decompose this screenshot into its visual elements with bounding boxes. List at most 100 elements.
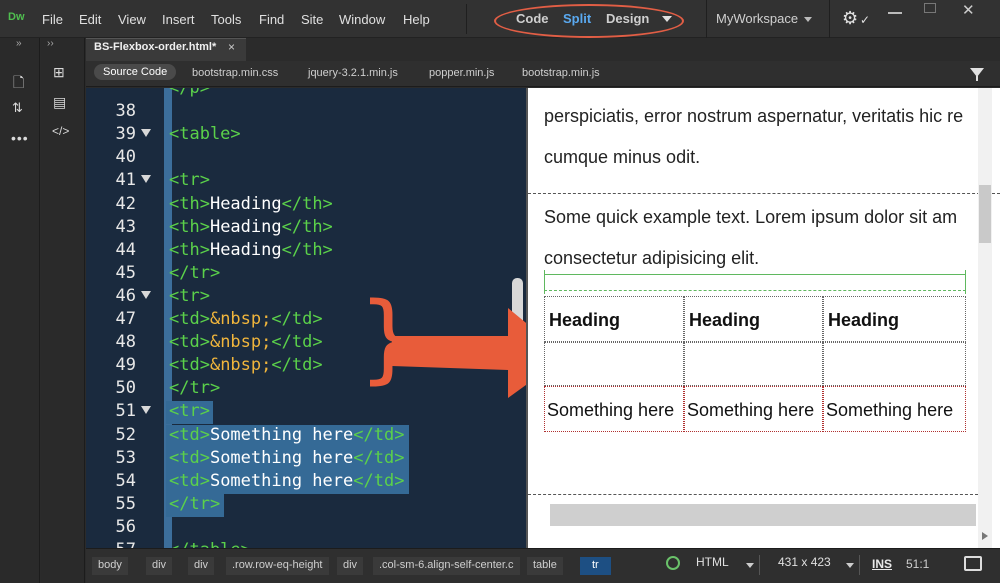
table-header-cell[interactable]: Heading — [544, 296, 684, 342]
close-window-icon[interactable]: ✕ — [962, 1, 975, 19]
breadcrumb-div[interactable]: div — [146, 557, 173, 575]
code-view-button[interactable]: Code — [516, 11, 549, 26]
table-header-cell[interactable]: Heading — [684, 296, 823, 342]
html-tag: </th> — [281, 216, 333, 237]
breadcrumb-div[interactable]: div — [337, 557, 364, 575]
code-text: </tr> — [169, 378, 220, 398]
table-cell-selected-row[interactable]: Something here — [684, 386, 823, 432]
live-preview-icon[interactable] — [964, 556, 982, 571]
workspace-label: MyWorkspace — [716, 11, 799, 26]
code-line[interactable]: 55 </tr> — [86, 494, 526, 517]
table-cell-empty[interactable] — [684, 342, 823, 386]
fold-icon[interactable] — [141, 290, 151, 299]
code-line[interactable]: 42 <th>Heading</th> — [86, 194, 526, 217]
table-guide-top — [544, 274, 966, 275]
breadcrumb-tr[interactable]: tr — [580, 557, 611, 575]
code-line[interactable]: 54 <td>Something here</td> — [86, 471, 526, 494]
line-number: 38 — [115, 101, 136, 122]
related-file-source-code[interactable]: Source Code — [94, 64, 177, 80]
code-line[interactable]: 40 — [86, 147, 526, 170]
line-number: 56 — [115, 516, 136, 537]
table-cell-empty[interactable] — [823, 342, 966, 386]
breadcrumb-table[interactable]: table — [527, 557, 563, 575]
code-icon[interactable]: </> — [52, 124, 69, 138]
menu-insert[interactable]: Insert — [162, 12, 195, 27]
split-view-button[interactable]: Split — [563, 11, 591, 26]
code-text: <tr> — [169, 286, 210, 306]
expand-icon[interactable]: ›› — [47, 38, 54, 49]
preview-paragraph-2-line-2: consectetur adipisicing elit. — [544, 248, 760, 268]
file-icon[interactable]: 🗋 — [13, 72, 24, 96]
line-number: 51 — [115, 401, 136, 422]
fold-icon[interactable] — [141, 175, 151, 184]
html-tag: <th> — [169, 239, 210, 260]
code-line[interactable]: 43 <th>Heading</th> — [86, 217, 526, 240]
secondary-toolbar: ›› ⊞ ▤ </> — [41, 38, 85, 583]
fold-icon[interactable] — [141, 129, 151, 138]
code-line[interactable]: 45 </tr> — [86, 263, 526, 286]
breadcrumb-row[interactable]: .row.row-eq-height — [226, 557, 329, 575]
preview-vertical-scrollbar[interactable] — [978, 88, 992, 548]
menu-separator — [466, 4, 467, 34]
line-number: 45 — [115, 262, 136, 283]
html-tag: <tr> — [169, 401, 210, 422]
related-file-jquery[interactable]: jquery-3.2.1.min.js — [308, 67, 398, 79]
breadcrumb-div[interactable]: div — [188, 557, 215, 575]
line-number: 40 — [115, 147, 136, 168]
insert-mode-indicator[interactable]: INS — [872, 557, 892, 571]
code-text: <td>&nbsp;</td> — [169, 355, 323, 375]
menu-window[interactable]: Window — [339, 12, 385, 27]
scroll-right-icon[interactable] — [982, 532, 988, 540]
related-file-bootstrap-css[interactable]: bootstrap.min.css — [192, 67, 278, 79]
preview-horizontal-scrollbar[interactable] — [550, 504, 976, 526]
html-tag: <th> — [169, 193, 210, 214]
table-header-cell[interactable]: Heading — [823, 296, 966, 342]
related-file-popper[interactable]: popper.min.js — [429, 67, 494, 79]
menu-file[interactable]: File — [42, 12, 63, 27]
code-line[interactable]: 56 — [86, 517, 526, 540]
minimize-icon[interactable] — [888, 12, 902, 14]
code-line[interactable]: 41 <tr> — [86, 170, 526, 193]
table-cell-selected-row[interactable]: Something here — [823, 386, 966, 432]
menu-find[interactable]: Find — [259, 12, 284, 27]
related-file-bootstrap-js[interactable]: bootstrap.min.js — [522, 67, 600, 79]
menu-view[interactable]: View — [118, 12, 146, 27]
menu-help[interactable]: Help — [403, 12, 430, 27]
breadcrumb-col[interactable]: .col-sm-6.align-self-center.c — [373, 557, 520, 575]
code-line[interactable]: 39 <table> — [86, 124, 526, 147]
line-number: 43 — [115, 216, 136, 237]
code-line[interactable]: 53 <td>Something here</td> — [86, 448, 526, 471]
dreamweaver-window: Dw File Edit View Insert Tools Find Site… — [0, 0, 1000, 583]
html-tag: <tr> — [169, 170, 210, 191]
menu-site[interactable]: Site — [301, 12, 323, 27]
collapse-icon[interactable]: » — [16, 38, 22, 49]
close-tab-icon[interactable]: × — [228, 40, 235, 54]
more-icon[interactable]: ••• — [11, 130, 29, 146]
document-icon[interactable]: ▤ — [53, 94, 66, 111]
table-cell-selected-row[interactable]: Something here — [544, 386, 684, 432]
preview-scroll-thumb[interactable] — [979, 185, 991, 243]
code-line[interactable]: 44 <th>Heading</th> — [86, 240, 526, 263]
code-line[interactable]: 57 </table> — [86, 540, 526, 548]
gear-icon[interactable]: ⚙ — [842, 8, 858, 29]
maximize-icon[interactable] — [924, 3, 936, 13]
table-cell-empty[interactable] — [544, 342, 684, 386]
html-tag: </tr> — [169, 262, 221, 283]
code-line[interactable]: 38 — [86, 101, 526, 124]
text-node: Heading — [209, 193, 282, 214]
view-dropdown-icon[interactable] — [662, 16, 672, 22]
code-text: </p> — [169, 88, 210, 98]
menu-tools[interactable]: Tools — [211, 12, 241, 27]
design-preview[interactable]: perspiciatis, error nostrum aspernatur, … — [528, 88, 1000, 548]
code-text: <td>&nbsp;</td> — [169, 309, 323, 329]
code-line[interactable]: 51 <tr> — [86, 401, 526, 424]
breadcrumb-body[interactable]: body — [92, 557, 128, 575]
sort-icon[interactable]: ⇅ — [12, 100, 23, 116]
design-view-button[interactable]: Design — [606, 11, 649, 26]
dom-tree-icon[interactable]: ⊞ — [53, 64, 65, 81]
code-line[interactable]: </p> — [86, 88, 526, 101]
fold-icon[interactable] — [141, 406, 151, 415]
menu-edit[interactable]: Edit — [79, 12, 101, 27]
no-errors-icon[interactable] — [666, 556, 680, 570]
code-line[interactable]: 52 <td>Something here</td> — [86, 425, 526, 448]
